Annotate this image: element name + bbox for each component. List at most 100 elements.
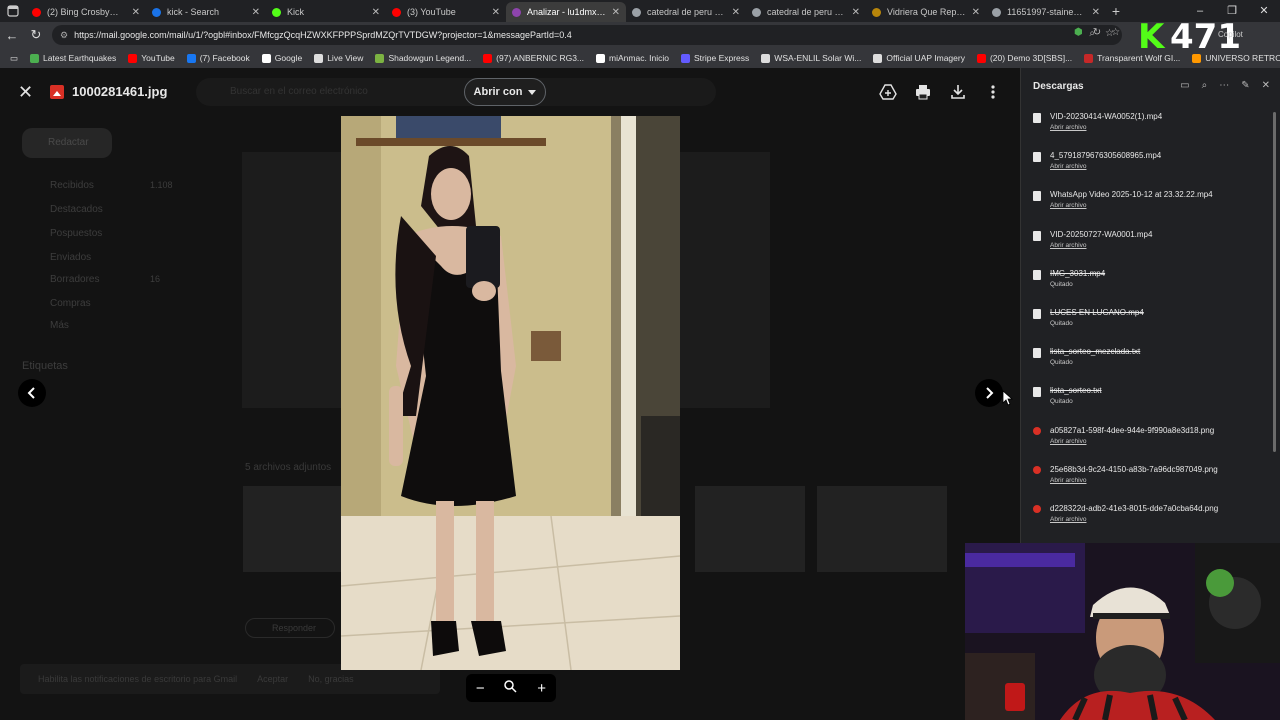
gmail-nav-item: Enviados <box>50 252 92 263</box>
address-bar[interactable]: ⚙ https://mail.google.com/mail/u/1/?ogbl… <box>52 25 1122 45</box>
close-window-button[interactable]: ✕ <box>1248 0 1280 22</box>
extension-shield-icon[interactable]: ⬢ <box>1074 27 1083 38</box>
download-item[interactable]: lista_sorteo.txt Quitado <box>1021 382 1271 421</box>
browser-tab[interactable]: (2) Bing Crosby💖 Best ✕ <box>26 2 146 22</box>
tab-favicon-icon <box>632 7 641 17</box>
bookmark-item[interactable]: (97) ANBERNIC RG3... <box>477 53 590 63</box>
bookmark-item[interactable]: Live View <box>308 53 369 63</box>
download-item[interactable]: 4_5791879676305608965.mp4 Abrir archivo <box>1021 147 1271 186</box>
tab-label: Vidriera Que Represent <box>887 7 966 17</box>
browser-tab[interactable]: catedral de peru vitrale ✕ <box>626 2 746 22</box>
webcam-overlay <box>965 543 1280 720</box>
download-item[interactable]: LUCES EN LUGANO.mp4 Quitado <box>1021 304 1271 343</box>
toast-accept: Aceptar <box>257 674 289 684</box>
browser-tab[interactable]: kick - Search ✕ <box>146 2 266 22</box>
bookmark-item[interactable]: (7) Facebook <box>181 53 256 63</box>
extension-icons: ⬢ ↻ ☆ <box>1074 27 1120 38</box>
extension-star-icon[interactable]: ☆ <box>1111 27 1120 38</box>
tab-close-icon[interactable]: ✕ <box>972 7 980 18</box>
bookmark-item[interactable]: (20) Demo 3D[SBS]... <box>971 53 1078 63</box>
tab-label: Kick <box>287 7 305 17</box>
open-file-link[interactable]: Abrir archivo <box>1050 202 1271 209</box>
zoom-reset-icon[interactable] <box>504 679 518 697</box>
download-icon[interactable] <box>948 82 968 102</box>
url-text: https://mail.google.com/mail/u/1/?ogbl#i… <box>74 30 572 40</box>
reload-button[interactable]: ↻ <box>24 27 48 43</box>
tab-favicon-icon <box>152 7 161 17</box>
tab-close-icon[interactable]: ✕ <box>852 7 860 18</box>
close-viewer-icon[interactable]: ✕ <box>18 83 33 101</box>
bookmark-item[interactable]: Google <box>256 53 308 63</box>
downloads-list: VID-20230414-WA0052(1).mp4 Abrir archivo 4… <box>1021 108 1271 539</box>
tab-close-icon[interactable]: ✕ <box>612 7 620 18</box>
download-item[interactable]: WhatsApp Video 2025-10-12 at 23.32.22.mp… <box>1021 186 1271 225</box>
more-horiz-icon[interactable]: ⋯ <box>1219 80 1229 91</box>
next-image-button[interactable] <box>975 379 1003 407</box>
add-to-drive-icon[interactable] <box>878 82 898 102</box>
browser-tab[interactable]: (3) YouTube ✕ <box>386 2 506 22</box>
bookmark-item[interactable]: Latest Earthquakes <box>24 53 122 63</box>
bookmark-item[interactable]: Shadowgun Legend... <box>369 53 477 63</box>
tab-favicon-icon <box>872 7 881 17</box>
extension-refresh-icon[interactable]: ↻ <box>1093 27 1101 38</box>
print-icon[interactable] <box>913 82 933 102</box>
file-icon <box>1033 191 1041 202</box>
image-file-icon <box>50 85 64 99</box>
tab-close-icon[interactable]: ✕ <box>732 7 740 18</box>
tab-close-icon[interactable]: ✕ <box>372 7 380 18</box>
downloads-panel: Descargas ▭ ⌕ ⋯ ✎ ✕ VID-20230414-WA0052(… <box>1020 68 1280 543</box>
download-item[interactable]: d228322d-adb2-41e3-8015-dde7a0cba64d.png… <box>1021 500 1271 539</box>
gmail-nav-item: Borradores <box>50 274 100 285</box>
zoom-in-button[interactable]: + <box>537 680 546 697</box>
back-button[interactable]: ← <box>0 28 24 43</box>
open-file-link[interactable]: Abrir archivo <box>1050 163 1271 170</box>
tab-label: kick - Search <box>167 7 220 17</box>
bookmark-item[interactable]: Stripe Express <box>675 53 755 63</box>
download-item[interactable]: a05827a1-598f-4dee-944e-9f990a8e3d18.png… <box>1021 422 1271 461</box>
folder-icon[interactable]: ▭ <box>1180 80 1189 91</box>
downloads-scrollbar[interactable] <box>1273 112 1276 452</box>
reply-button: Responder <box>245 618 335 638</box>
bookmark-item[interactable]: miAnmac. Inicio <box>590 53 675 63</box>
tab-favicon-icon <box>752 7 761 17</box>
browser-tab[interactable]: Kick ✕ <box>266 2 386 22</box>
bookmark-item[interactable]: WSA-ENLIL Solar Wi... <box>755 53 867 63</box>
open-file-link[interactable]: Abrir archivo <box>1050 242 1271 249</box>
tab-close-icon[interactable]: ✕ <box>132 7 140 18</box>
pin-icon[interactable]: ✎ <box>1241 80 1249 91</box>
browser-tab[interactable]: Analizar - lu1dmx.arg© ✕ <box>506 2 626 22</box>
open-file-link[interactable]: Abrir archivo <box>1050 516 1271 523</box>
open-file-link[interactable]: Abrir archivo <box>1050 438 1271 445</box>
close-icon[interactable]: ✕ <box>1262 80 1270 91</box>
open-file-link[interactable]: Abrir archivo <box>1050 477 1271 484</box>
apps-icon[interactable]: ▭ <box>4 53 24 64</box>
bookmark-item[interactable]: Official UAP Imagery <box>867 53 971 63</box>
tab-label: (2) Bing Crosby💖 Best <box>47 6 126 17</box>
image-file-icon <box>1033 504 1041 513</box>
tab-close-icon[interactable]: ✕ <box>252 7 260 18</box>
zoom-out-button[interactable]: − <box>476 680 485 697</box>
zoom-controls: − + <box>466 674 556 702</box>
download-item[interactable]: lista_sorteo_mezclada.txt Quitado <box>1021 343 1271 382</box>
open-with-button[interactable]: Abrir con <box>464 78 546 106</box>
download-item[interactable]: VID-20230414-WA0052(1).mp4 Abrir archivo <box>1021 108 1271 147</box>
new-tab-button[interactable]: + <box>1106 3 1126 19</box>
bookmark-label: Live View <box>327 53 364 63</box>
browser-tab[interactable]: catedral de peru vitrale ✕ <box>746 2 866 22</box>
download-item[interactable]: IMG_3031.mp4 Quitado <box>1021 265 1271 304</box>
more-vert-icon[interactable] <box>983 82 1003 102</box>
search-icon[interactable]: ⌕ <box>1202 80 1208 91</box>
attachments-title: 5 archivos adjuntos <box>245 462 332 473</box>
bookmark-item[interactable]: YouTube <box>122 53 180 63</box>
open-file-link[interactable]: Abrir archivo <box>1050 124 1271 131</box>
browser-tab[interactable]: Vidriera Que Represent ✕ <box>866 2 986 22</box>
download-item[interactable]: VID-20250727-WA0001.mp4 Abrir archivo <box>1021 226 1271 265</box>
browser-tab[interactable]: 11651997-stained-glas ✕ <box>986 2 1106 22</box>
tab-close-icon[interactable]: ✕ <box>492 7 500 18</box>
site-info-icon[interactable]: ⚙ <box>60 30 68 41</box>
tab-search-icon[interactable] <box>0 0 26 22</box>
bookmark-label: (20) Demo 3D[SBS]... <box>989 53 1073 63</box>
tab-close-icon[interactable]: ✕ <box>1092 7 1100 18</box>
download-item[interactable]: 25e68b3d-9c24-4150-a83b-7a96dc987049.png… <box>1021 461 1271 500</box>
previous-image-button[interactable] <box>18 379 46 407</box>
